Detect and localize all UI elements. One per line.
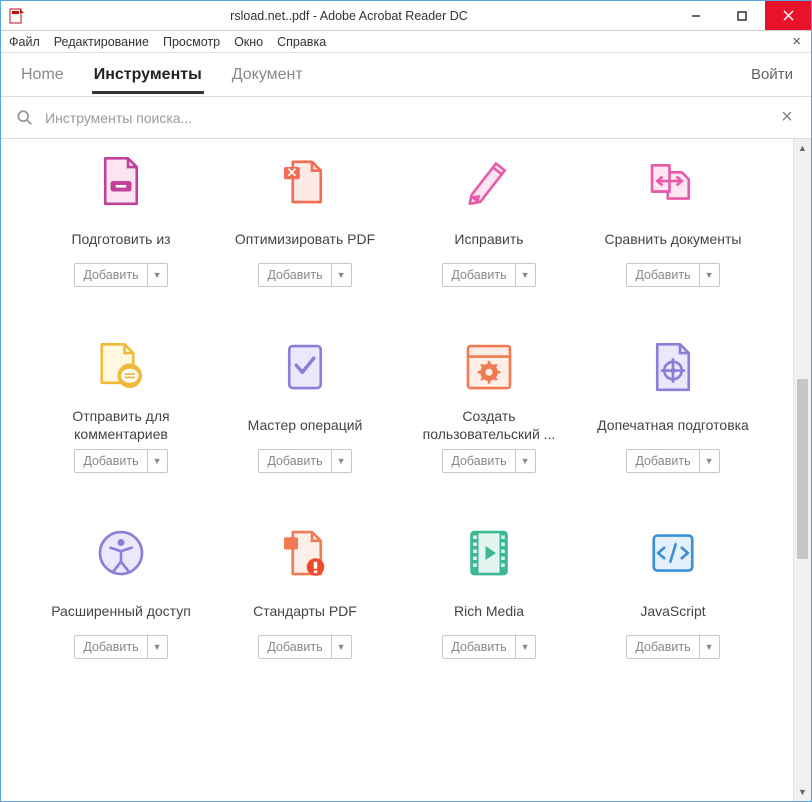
tool-label: JavaScript <box>640 593 705 629</box>
tool-rich-media[interactable]: Rich Media Добавить▼ <box>397 521 581 659</box>
tool-label: Создать пользовательский ... <box>409 407 569 443</box>
tool-accessibility[interactable]: Расширенный доступ Добавить▼ <box>29 521 213 659</box>
tool-pdf-standards[interactable]: Стандарты PDF Добавить▼ <box>213 521 397 659</box>
add-button[interactable]: Добавить▼ <box>258 449 351 473</box>
tool-label: Сравнить документы <box>605 221 742 257</box>
tool-label: Расширенный доступ <box>51 593 191 629</box>
tool-create-custom[interactable]: Создать пользовательский ... Добавить▼ <box>397 335 581 473</box>
preflight-icon <box>641 335 705 399</box>
chevron-down-icon: ▼ <box>699 636 719 658</box>
minimize-button[interactable] <box>673 1 719 30</box>
add-button[interactable]: Добавить▼ <box>626 635 719 659</box>
login-link[interactable]: Войти <box>751 66 793 83</box>
tool-label: Допечатная подготовка <box>597 407 749 443</box>
send-comments-icon <box>89 335 153 399</box>
search-icon <box>15 108 35 128</box>
tool-label: Оптимизировать PDF <box>235 221 375 257</box>
app-window: rsload.net..pdf - Adobe Acrobat Reader D… <box>0 0 812 802</box>
menu-view[interactable]: Просмотр <box>163 35 220 49</box>
add-button[interactable]: Добавить▼ <box>74 635 167 659</box>
tool-label: Подготовить из <box>71 221 170 257</box>
chevron-down-icon: ▼ <box>147 450 167 472</box>
app-icon <box>9 8 25 24</box>
window-controls <box>673 1 811 30</box>
accessibility-icon <box>89 521 153 585</box>
add-button[interactable]: Добавить▼ <box>442 263 535 287</box>
tool-label: Исправить <box>454 221 523 257</box>
compare-icon <box>641 149 705 213</box>
menu-window[interactable]: Окно <box>234 35 263 49</box>
add-button[interactable]: Добавить▼ <box>74 449 167 473</box>
menu-edit[interactable]: Редактирование <box>54 35 149 49</box>
search-input[interactable] <box>35 110 777 126</box>
tools-grid: Подготовить из Добавить▼ Оптимизировать … <box>1 149 793 659</box>
tab-home[interactable]: Home <box>19 56 66 94</box>
tab-tools[interactable]: Инструменты <box>92 56 204 94</box>
close-button[interactable] <box>765 1 811 30</box>
searchbar: × <box>1 97 811 139</box>
pdf-standards-icon <box>273 521 337 585</box>
rich-media-icon <box>457 521 521 585</box>
chevron-down-icon: ▼ <box>147 636 167 658</box>
add-button[interactable]: Добавить▼ <box>626 449 719 473</box>
redact-icon <box>457 149 521 213</box>
scroll-thumb[interactable] <box>797 379 808 559</box>
scroll-down-icon[interactable]: ▼ <box>794 783 811 801</box>
create-custom-icon <box>457 335 521 399</box>
chevron-down-icon: ▼ <box>147 264 167 286</box>
tools-scroll: Подготовить из Добавить▼ Оптимизировать … <box>1 139 793 801</box>
document-close-icon[interactable]: × <box>792 33 801 50</box>
chevron-down-icon: ▼ <box>699 264 719 286</box>
action-wizard-icon <box>273 335 337 399</box>
tool-label: Стандарты PDF <box>253 593 357 629</box>
add-button[interactable]: Добавить▼ <box>74 263 167 287</box>
chevron-down-icon: ▼ <box>331 264 351 286</box>
chevron-down-icon: ▼ <box>699 450 719 472</box>
tool-send-comments[interactable]: Отправить для комментариев Добавить▼ <box>29 335 213 473</box>
chevron-down-icon: ▼ <box>515 264 535 286</box>
tool-label: Rich Media <box>454 593 524 629</box>
content-body: Подготовить из Добавить▼ Оптимизировать … <box>1 139 811 801</box>
maximize-button[interactable] <box>719 1 765 30</box>
tool-redact[interactable]: Исправить Добавить▼ <box>397 149 581 287</box>
tabbar: Home Инструменты Документ Войти <box>1 53 811 97</box>
tool-javascript[interactable]: JavaScript Добавить▼ <box>581 521 765 659</box>
clear-search-icon[interactable]: × <box>777 106 797 129</box>
chevron-down-icon: ▼ <box>515 450 535 472</box>
tool-compare[interactable]: Сравнить документы Добавить▼ <box>581 149 765 287</box>
window-title: rsload.net..pdf - Adobe Acrobat Reader D… <box>25 9 673 23</box>
vertical-scrollbar[interactable]: ▲ ▼ <box>793 139 811 801</box>
menu-file[interactable]: Файл <box>9 35 40 49</box>
tool-action-wizard[interactable]: Мастер операций Добавить▼ <box>213 335 397 473</box>
menubar: Файл Редактирование Просмотр Окно Справк… <box>1 31 811 53</box>
javascript-icon <box>641 521 705 585</box>
add-button[interactable]: Добавить▼ <box>626 263 719 287</box>
titlebar: rsload.net..pdf - Adobe Acrobat Reader D… <box>1 1 811 31</box>
tab-document[interactable]: Документ <box>230 56 305 94</box>
chevron-down-icon: ▼ <box>331 636 351 658</box>
scroll-up-icon[interactable]: ▲ <box>794 139 811 157</box>
add-button[interactable]: Добавить▼ <box>442 635 535 659</box>
tool-optimize-pdf[interactable]: Оптимизировать PDF Добавить▼ <box>213 149 397 287</box>
chevron-down-icon: ▼ <box>515 636 535 658</box>
menu-help[interactable]: Справка <box>277 35 326 49</box>
add-button[interactable]: Добавить▼ <box>258 635 351 659</box>
add-button[interactable]: Добавить▼ <box>442 449 535 473</box>
add-button[interactable]: Добавить▼ <box>258 263 351 287</box>
prepare-form-icon <box>89 149 153 213</box>
tool-prepare-form[interactable]: Подготовить из Добавить▼ <box>29 149 213 287</box>
tool-label: Отправить для комментариев <box>41 407 201 443</box>
tool-label: Мастер операций <box>248 407 363 443</box>
optimize-pdf-icon <box>273 149 337 213</box>
tool-preflight[interactable]: Допечатная подготовка Добавить▼ <box>581 335 765 473</box>
chevron-down-icon: ▼ <box>331 450 351 472</box>
